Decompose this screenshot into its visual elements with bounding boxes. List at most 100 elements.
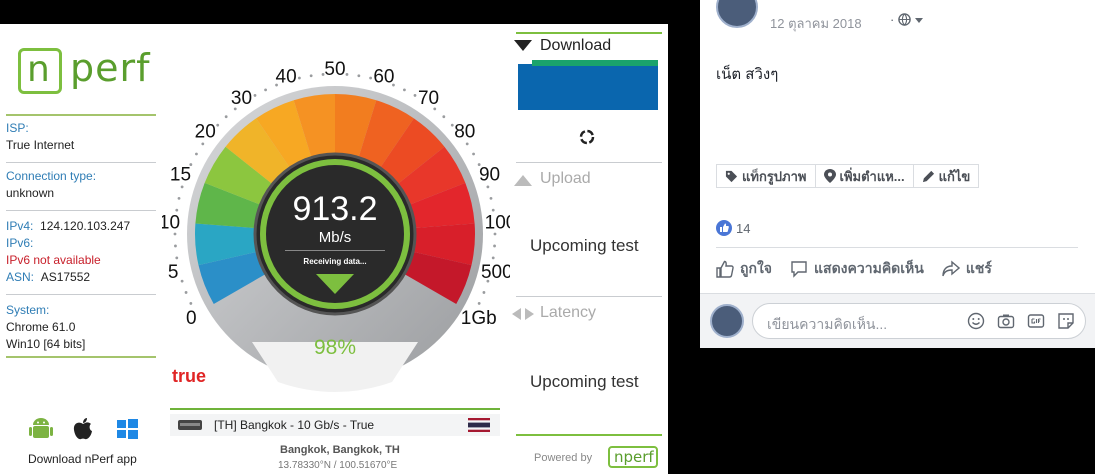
progress-percent: 98% [314,336,356,359]
latency-icon [512,308,534,320]
gauge-tick-dot [309,74,313,78]
android-icon[interactable] [28,416,54,442]
like-badge-icon [716,220,732,236]
thumbs-up-icon [716,260,734,278]
gauge-tick-dot [297,76,301,80]
comment-placeholder: เขียนความคิดเห็น... [767,316,888,332]
gauge-tick-dot [465,142,469,146]
gauge-tick-dot [180,279,184,283]
privacy-selector[interactable]: · [890,12,923,27]
gauge-tick-dot [489,196,493,200]
test-status-panel: Download Upload Upcoming test Latency Up… [510,24,668,474]
reaction-summary[interactable]: 14 [716,220,750,236]
gauge-tick-label: 100 [485,213,510,234]
gauge-tick-dot [493,244,496,248]
gauge-tick-label: 20 [195,122,216,143]
tag-photo-button[interactable]: แท็กรูปภาพ [716,164,816,188]
speed-value: 913.2 [292,190,377,228]
speed-gauge: 0 5 10 1520 30 40 50 60 70 8090 100 500 1Gb 913.2 Mb… [162,59,510,392]
gauge-tick-label: 40 [276,66,297,87]
gauge-tick-dot [253,94,257,97]
speed-unit: Mb/s [319,229,352,246]
location-pin-icon [823,169,836,183]
gauge-tick-dot [201,142,205,146]
post-date[interactable]: 12 ตุลาคม 2018 [770,13,862,34]
gauge-tick-dot [264,88,267,92]
gauge-tick-dot [472,152,475,156]
emoji-icon[interactable] [967,312,985,330]
server-name: [TH] Bangkok - 10 Gb/s - True [214,418,375,432]
gauge-tick-dot [175,256,179,260]
gauge-tick-dot [486,185,490,189]
gif-icon[interactable] [1027,312,1045,330]
download-triangle-icon [514,40,532,51]
download-graph [518,60,658,110]
latency-label: Latency [540,304,597,321]
gauge-tick-label: 50 [324,59,345,80]
gauge-tick-dot [477,302,481,305]
post-text: เน็ต สวิงๆ [716,66,779,83]
isp-info: ISP: True Internet [6,120,156,154]
gauge-tick-dot [413,94,417,97]
server-selector[interactable]: [TH] Bangkok - 10 Gb/s - True [170,414,500,436]
isp-logo: true [172,366,207,386]
gauge-tick-dot [357,74,361,78]
ip-info: IPv4: 124.120.103.247 IPv6: IPv6 not ava… [6,218,156,286]
gauge-tick-dot [189,302,193,305]
like-button[interactable]: ถูกใจ [716,258,772,280]
camera-icon[interactable] [997,312,1015,330]
gauge-tick-dot [491,256,495,260]
ipv6-value: IPv6 not available [6,253,101,267]
download-label: Download [540,37,612,54]
like-count: 14 [736,220,751,236]
spinner-icon [579,129,595,145]
edit-button[interactable]: แก้ไข [913,164,980,188]
comment-button[interactable]: แสดงความคิดเห็น [790,258,924,280]
share-button[interactable]: แชร์ [942,258,992,280]
isp-label: ISP: [6,121,29,135]
gauge-tick-label: 1Gb [461,308,497,329]
nperf-logo: n perf [10,34,160,94]
windows-icon[interactable] [114,416,140,442]
gauge-tick-dot [195,152,198,156]
gauge-tick-dot [216,123,220,127]
system-os: Win10 [64 bits] [6,337,86,351]
add-location-button[interactable]: เพิ่มตำแห... [815,164,914,188]
post-actions: ถูกใจ แสดงความคิดเห็น แชร์ [716,258,1078,280]
thailand-flag-icon [468,418,490,432]
connection-value: unknown [6,186,55,200]
apple-icon[interactable] [70,416,96,442]
gauge-tick-label: 0 [186,308,197,329]
ipv4-label: IPv4: [6,219,34,233]
photo-actions: แท็กรูปภาพ เพิ่มตำแห... แก้ไข [716,164,980,188]
pencil-icon [922,170,934,182]
gauge-tick-dot [224,115,228,119]
server-icon [178,420,202,430]
gauge-tick-dot [177,196,181,200]
system-label: System: [6,303,50,317]
ipv4-value: 124.120.103.247 [40,219,131,233]
system-info: System: Chrome 61.0 Win10 [64 bits] [6,302,156,353]
gauge-tick-label: 5 [168,262,179,283]
gauge-tick-dot [403,88,406,92]
comment-icon [791,261,807,278]
gauge-tick-dot [369,76,373,80]
ipv6-label: IPv6: [6,236,34,250]
facebook-post-panel: 12 ตุลาคม 2018 · เน็ต สวิงๆ แท็กรูปภาพ เ… [700,0,1095,348]
gauge-tick-dot [491,208,495,212]
gauge-tick-label: 10 [162,213,180,234]
author-avatar[interactable] [716,0,758,28]
gauge-tick-dot [442,115,446,119]
user-avatar[interactable] [710,304,744,338]
gauge-tick-dot [180,185,184,189]
comment-input[interactable]: เขียนความคิดเห็น... [752,303,1086,339]
nperf-screenshot: n perf ISP: True Internet Connection typ… [0,24,668,474]
app-downloads: Download nPerf app [0,412,162,472]
gauge-tick-label: 30 [231,88,252,109]
tag-icon [725,170,738,182]
globe-icon [898,13,911,26]
sticker-icon[interactable] [1057,312,1075,330]
info-panel: n perf ISP: True Internet Connection typ… [0,24,162,474]
gauge-tick-label: 15 [170,164,191,185]
isp-value: True Internet [6,138,75,152]
